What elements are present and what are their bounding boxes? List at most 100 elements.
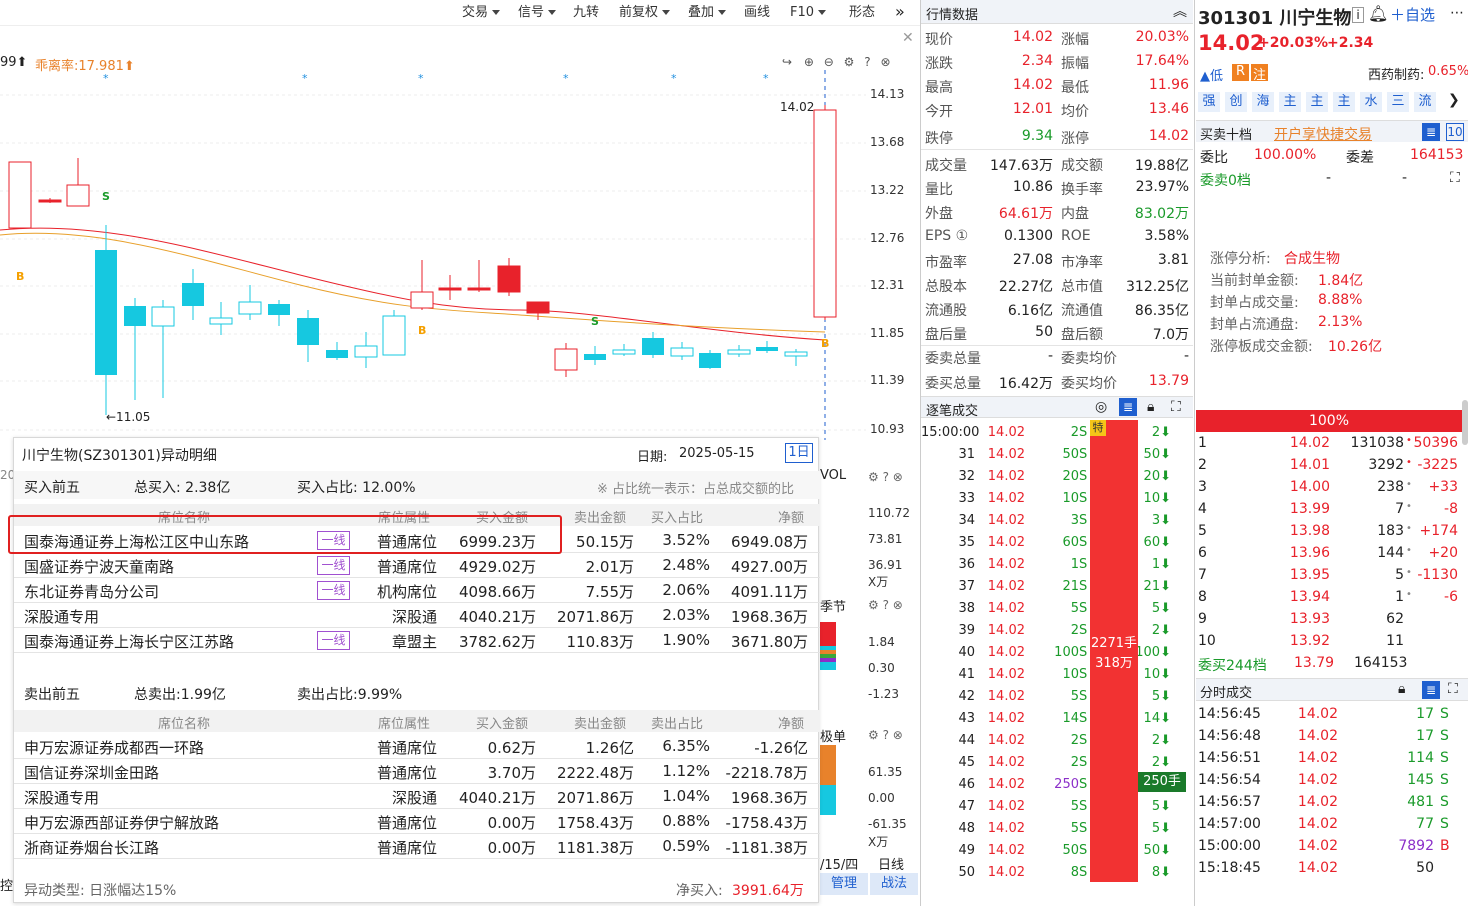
lock-icon[interactable]: 🔒︎ bbox=[1147, 399, 1154, 415]
open-account-link[interactable]: 开户享快捷交易 bbox=[1274, 124, 1372, 144]
line-label[interactable]: 日线 bbox=[878, 854, 904, 873]
sell-table-row[interactable]: 浙商证券烟台长江路 普通席位 0.00万 1181.38万 0.59% -1181.38万 bbox=[14, 834, 820, 859]
seat-name[interactable]: 浙商证券烟台长江路 bbox=[24, 837, 159, 858]
bid-row[interactable]: 2 14.01 3292 • -3225 bbox=[1196, 455, 1468, 477]
close-chart-icon[interactable]: ⊗ bbox=[880, 55, 890, 69]
bid-row[interactable]: 4 13.99 7 • -8 bbox=[1196, 499, 1468, 521]
concept-chip[interactable]: 主 bbox=[1333, 92, 1355, 112]
bid-row[interactable]: 9 13.93 62 bbox=[1196, 609, 1468, 631]
order-view-icon[interactable]: ≣ bbox=[1422, 123, 1440, 141]
period-button[interactable]: 1日 bbox=[785, 443, 813, 463]
manage-button[interactable]: 管理 bbox=[820, 873, 868, 895]
scrollbar[interactable] bbox=[1462, 400, 1468, 445]
toolbar-jiuzhuan[interactable]: 九转 bbox=[573, 3, 599, 23]
bid-row[interactable]: 10 13.92 11 bbox=[1196, 631, 1468, 653]
candle-body bbox=[438, 287, 462, 291]
bid-volume: 7 bbox=[1395, 501, 1404, 517]
buy-table-row[interactable]: 国盛证券宁波天童南路 一线 普通席位 4929.02万 2.01万 2.48% 4927.0… bbox=[14, 553, 820, 578]
bid-row[interactable]: 3 14.00 238 • +33 bbox=[1196, 477, 1468, 499]
sell-table-row[interactable]: 深股通专用 深股通 4040.21万 2071.86万 1.04% 1968.36万 bbox=[14, 784, 820, 809]
seat-name[interactable]: 申万宏源西部证券伊宁解放路 bbox=[24, 812, 219, 833]
return-icon[interactable]: ↪ bbox=[782, 55, 792, 69]
fenshi-lock-icon[interactable]: 🔒︎ bbox=[1398, 681, 1405, 697]
more-icon[interactable]: ⋯ bbox=[1450, 5, 1464, 21]
help-icon[interactable]: ? bbox=[864, 55, 870, 69]
buy-table-row[interactable]: 国泰海通证券上海长宁区江苏路 一线 章盟主 3782.62万 110.83万 1.90% 3… bbox=[14, 628, 820, 653]
kline-chart[interactable]: * * * * * * S B B S B bbox=[0, 70, 866, 440]
seat-name[interactable]: 国信证券深圳金田路 bbox=[24, 762, 159, 783]
toolbar-signal[interactable]: 信号 bbox=[518, 3, 556, 23]
seat-name[interactable]: 国盛证券宁波天童南路 bbox=[24, 556, 174, 577]
toolbar-overlay[interactable]: 叠加 bbox=[688, 3, 726, 23]
add-self-select-button[interactable]: ＋自选 bbox=[1390, 4, 1435, 25]
toolbar-draw[interactable]: 画线 bbox=[744, 3, 770, 23]
sell-table-row[interactable]: 申万宏源西部证券伊宁解放路 普通席位 0.00万 1758.43万 0.88% -1758… bbox=[14, 809, 820, 834]
sell-table-row[interactable]: 申万宏源证券成都西一环路 普通席位 0.62万 1.26亿 6.35% -1.26亿 bbox=[14, 734, 820, 759]
concept-chip[interactable]: 三 bbox=[1387, 92, 1409, 112]
bid-row[interactable]: 5 13.98 183 • +174 bbox=[1196, 521, 1468, 543]
toolbar-f10[interactable]: F10 bbox=[790, 3, 826, 23]
bid-row[interactable]: 6 13.96 144 • +20 bbox=[1196, 543, 1468, 565]
bid-row[interactable]: 7 13.95 5 • -1130 bbox=[1196, 565, 1468, 587]
concept-chip[interactable]: 主 bbox=[1279, 92, 1301, 112]
close-icon[interactable]: ✕ bbox=[902, 30, 914, 46]
zoom-in-icon[interactable]: ⊕ bbox=[804, 55, 814, 69]
seat-name[interactable]: 东北证券青岛分公司 bbox=[24, 581, 159, 602]
sell-table-row[interactable]: 国信证券深圳金田路 普通席位 3.70万 2222.48万 1.12% -2218.78万 bbox=[14, 759, 820, 784]
limit-value: 10.26亿 bbox=[1328, 339, 1383, 355]
toolbar-fuquan[interactable]: 前复权 bbox=[619, 3, 670, 23]
sector-label[interactable]: 西药制药: bbox=[1368, 64, 1424, 83]
fenshi-price: 14.02 bbox=[1297, 794, 1338, 810]
fenshi-expand-icon[interactable]: ⛶ bbox=[1448, 681, 1458, 697]
fenshi-row: 14:56:54 14.02 145 S bbox=[1196, 770, 1468, 792]
tick-side: S bbox=[1079, 821, 1088, 836]
candle-body bbox=[326, 350, 348, 358]
battle-button[interactable]: 战法 bbox=[870, 873, 918, 895]
concept-chip[interactable]: 海 bbox=[1252, 92, 1274, 112]
list-view-icon[interactable]: ≣ bbox=[1119, 398, 1137, 416]
collapse-up-icon[interactable]: ︽ bbox=[1173, 1, 1187, 21]
seat-name[interactable]: 申万宏源证券成都西一环路 bbox=[24, 737, 204, 758]
vol-label: VOL bbox=[820, 468, 847, 483]
bell-icon[interactable]: 🔔︎ bbox=[1368, 4, 1388, 23]
fenshi-view-icon[interactable]: ≣ bbox=[1422, 681, 1440, 699]
buy-table-row[interactable]: 东北证券青岛分公司 一线 机构席位 4098.66万 7.55万 2.06% 4091.11… bbox=[14, 578, 820, 603]
filter-icon[interactable]: ◎ bbox=[1095, 399, 1107, 415]
left-edge-label: 控 bbox=[0, 879, 14, 894]
expand-icon[interactable]: ⛶ bbox=[1171, 399, 1181, 415]
buy-amount: 4040.21万 bbox=[458, 608, 536, 626]
toolbar-trade[interactable]: 交易 bbox=[462, 3, 500, 23]
sell-amount: 2.01万 bbox=[585, 558, 634, 576]
order-pane-icons[interactable]: ⚙ ? ⊗ bbox=[868, 728, 903, 742]
collapse-icon[interactable]: » bbox=[895, 2, 905, 21]
concept-chip[interactable]: 强 bbox=[1198, 92, 1220, 112]
zoom-out-icon[interactable]: ⊖ bbox=[824, 55, 834, 69]
weicha-value: 164153 bbox=[1410, 147, 1464, 163]
seat-name[interactable]: 国泰海通证券上海长宁区江苏路 bbox=[24, 631, 234, 652]
expand-orders-icon[interactable]: ⛶ bbox=[1450, 170, 1460, 186]
concept-chip[interactable]: 创 bbox=[1225, 92, 1247, 112]
buy-amount: 0.00万 bbox=[487, 814, 536, 832]
concept-chip[interactable]: 主 bbox=[1306, 92, 1328, 112]
bid-level: 10 bbox=[1198, 633, 1216, 649]
bid-row[interactable]: 8 13.94 1 • -6 bbox=[1196, 587, 1468, 609]
info-icon[interactable]: i bbox=[1352, 7, 1364, 23]
fenshi-side: S bbox=[1440, 728, 1449, 744]
concept-chip[interactable]: 水 bbox=[1360, 92, 1382, 112]
toolbar-pattern[interactable]: 形态 bbox=[849, 3, 875, 23]
seat-name[interactable]: 深股通专用 bbox=[24, 606, 99, 627]
tick-volume: 5 bbox=[1070, 689, 1079, 704]
vol-pane-icons[interactable]: ⚙ ? ⊗ bbox=[868, 470, 903, 484]
settings-icon[interactable]: ⚙ bbox=[844, 55, 855, 69]
popup-date[interactable]: 2025-05-15 bbox=[679, 446, 755, 461]
bid-row[interactable]: 1 14.02 131038 • 50396 bbox=[1196, 433, 1468, 455]
buy-table-row[interactable]: 深股通专用 深股通 4040.21万 2071.86万 2.03% 1968.36万 bbox=[14, 603, 820, 628]
chevron-right-icon[interactable]: ❯ bbox=[1448, 92, 1460, 108]
tick-volume: 10 bbox=[1062, 491, 1079, 506]
concept-chip[interactable]: 流 bbox=[1414, 92, 1436, 112]
fenshi-volume: 17 bbox=[1416, 706, 1434, 722]
ten-level-button[interactable]: 10 bbox=[1446, 123, 1464, 141]
seat-name[interactable]: 深股通专用 bbox=[24, 787, 99, 808]
season-pane-icons[interactable]: ⚙ ? ⊗ bbox=[868, 598, 903, 612]
tick-side: S bbox=[1079, 535, 1088, 550]
